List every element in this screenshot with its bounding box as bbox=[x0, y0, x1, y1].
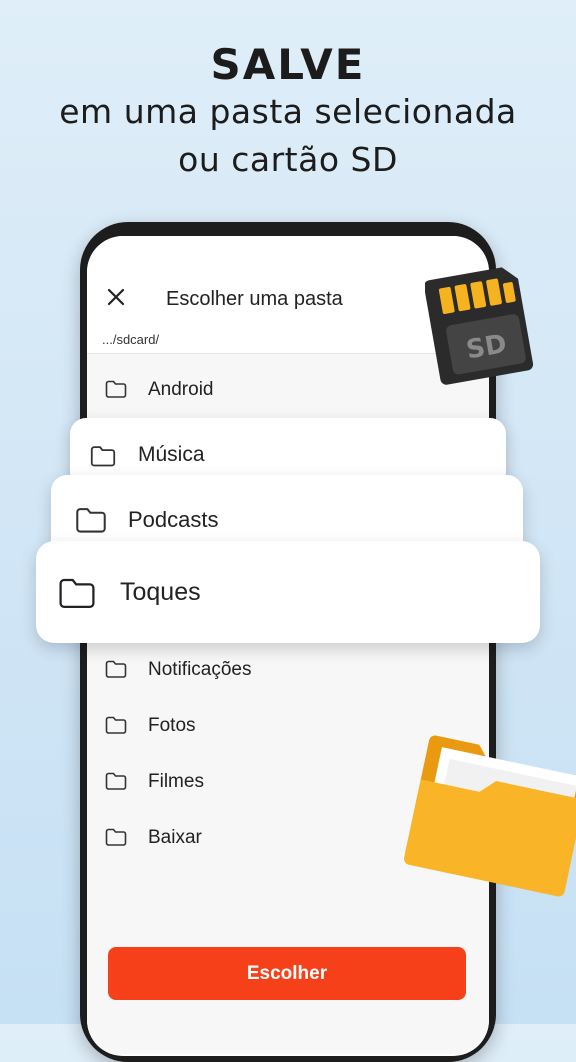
folder-label: Música bbox=[138, 443, 205, 466]
folder-icon bbox=[76, 508, 106, 533]
folder-icon bbox=[105, 716, 127, 734]
folder-label: Android bbox=[148, 379, 214, 400]
folder-card-toques[interactable]: Toques bbox=[36, 541, 540, 643]
folder-illustration-icon bbox=[404, 735, 576, 897]
folder-label: Notificações bbox=[148, 659, 252, 680]
headline-subtitle-line1: em uma pasta selecionada bbox=[59, 92, 517, 131]
headline-title: SALVE bbox=[210, 40, 366, 89]
choose-button[interactable]: Escolher bbox=[108, 947, 466, 1000]
folder-label: Toques bbox=[120, 578, 201, 606]
folder-label: Baixar bbox=[148, 827, 202, 848]
folder-icon bbox=[105, 380, 127, 398]
folder-label: Podcasts bbox=[128, 507, 219, 532]
folder-label: Fotos bbox=[148, 715, 196, 736]
dialog-title: Escolher uma pasta bbox=[166, 288, 343, 310]
folder-icon bbox=[105, 772, 127, 790]
folder-row-notificacoes[interactable]: Notificações bbox=[87, 642, 489, 698]
sd-card-icon: SD bbox=[425, 267, 534, 385]
close-icon[interactable] bbox=[105, 286, 127, 308]
folder-icon bbox=[105, 828, 127, 846]
folder-icon bbox=[105, 660, 127, 678]
current-path: .../sdcard/ bbox=[102, 332, 160, 347]
folder-icon bbox=[90, 446, 116, 467]
headline-subtitle-line2: ou cartão SD bbox=[178, 140, 398, 179]
folder-icon bbox=[59, 578, 95, 608]
folder-label: Filmes bbox=[148, 771, 204, 792]
